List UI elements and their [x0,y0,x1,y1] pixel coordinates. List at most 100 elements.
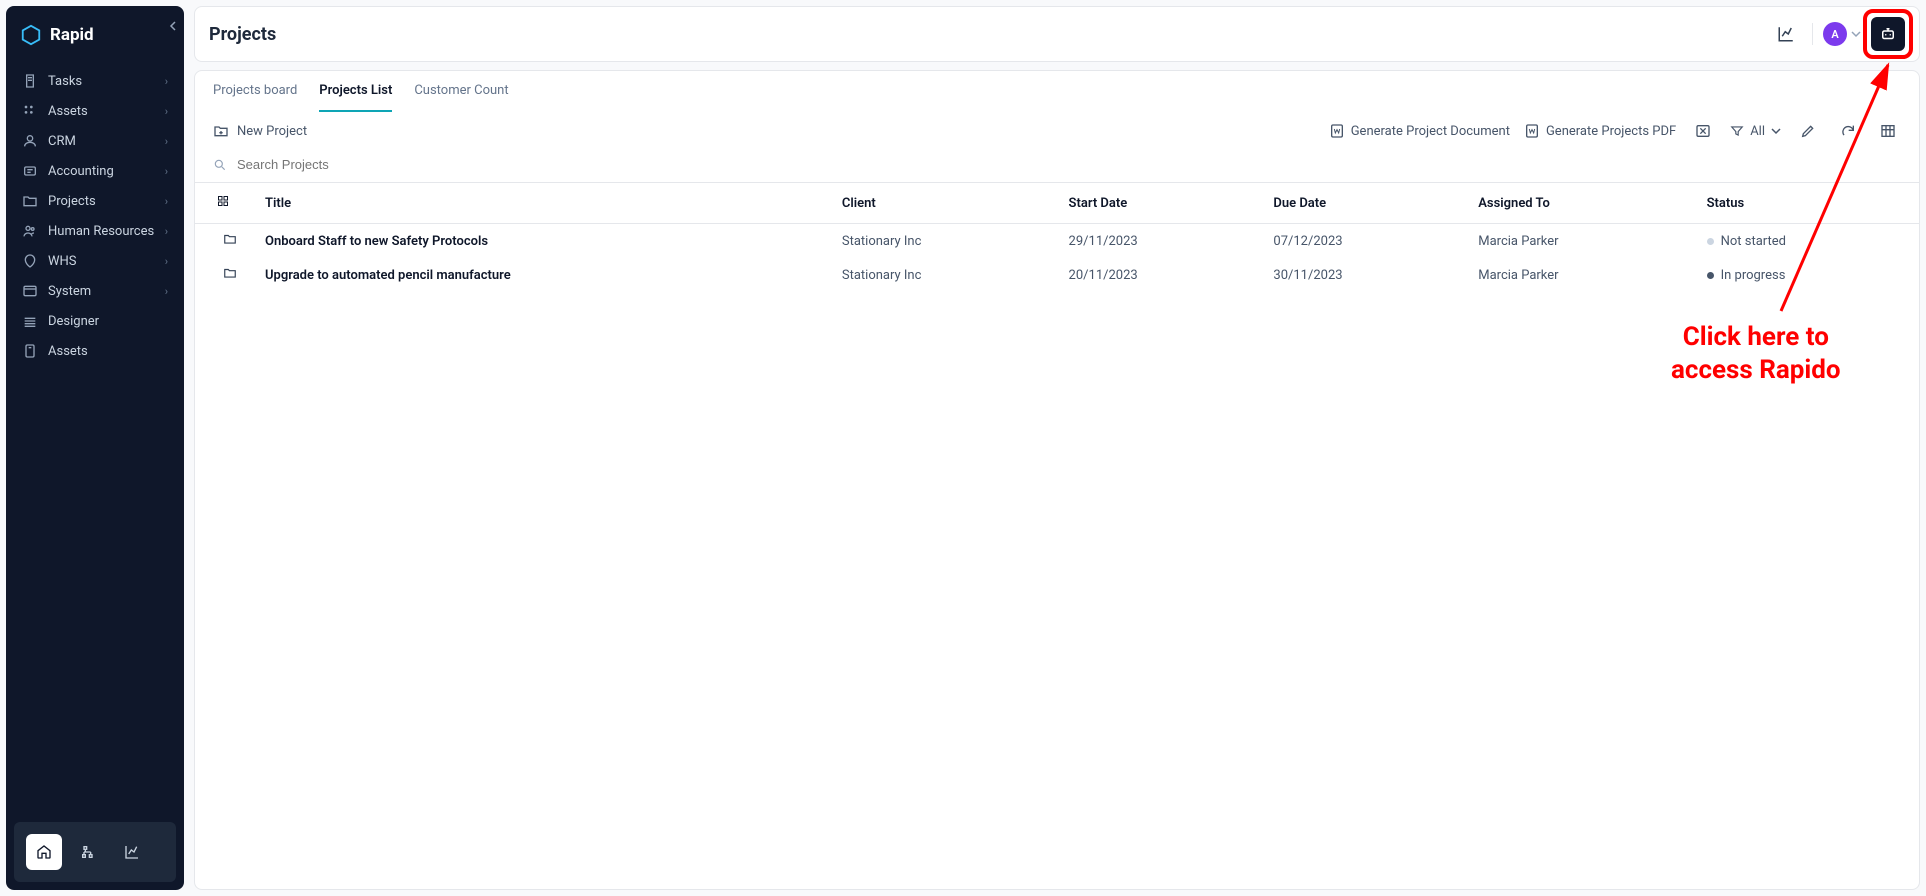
cell-assigned: Marcia Parker [1464,258,1692,292]
content-panel: Projects board Projects List Customer Coun… [194,70,1920,890]
nav-icon [22,283,38,299]
nav-icon [22,193,38,209]
grid-toggle-header[interactable] [195,183,251,224]
nav-label: CRM [48,134,76,149]
footer-tree-button[interactable] [70,834,106,870]
sidebar-item-designer[interactable]: Designer [12,306,178,336]
home-icon [36,844,52,860]
nav-label: Assets [48,344,88,359]
chevron-right-icon: › [165,75,168,88]
col-status[interactable]: Status [1693,183,1919,224]
nav-label: System [48,284,91,299]
bot-icon [1879,25,1897,43]
export-excel-button[interactable] [1690,123,1716,139]
table-row[interactable]: Upgrade to automated pencil manufactureS… [195,258,1919,292]
chevron-right-icon: › [165,225,168,238]
nav-icon [22,73,38,89]
word-doc-icon [1329,123,1345,139]
cell-status: Not started [1693,224,1919,259]
topbar-graph-button[interactable] [1770,18,1802,50]
topbar: Projects A [194,6,1920,62]
sidebar-item-assets[interactable]: Assets [12,336,178,366]
sidebar-item-system[interactable]: System› [12,276,178,306]
row-icon [195,258,251,292]
avatar: A [1823,22,1847,46]
sidebar-item-human-resources[interactable]: Human Resources › [12,216,178,246]
cell-title: Onboard Staff to new Safety Protocols [251,224,828,259]
refresh-button[interactable] [1835,123,1861,139]
col-title[interactable]: Title [251,183,828,224]
graph-icon [1777,25,1795,43]
actionbar: New Project Generate Project Document Ge… [195,113,1919,149]
sidebar-item-tasks[interactable]: Tasks› [12,66,178,96]
new-project-button[interactable]: New Project [213,123,307,139]
projects-table: Title Client Start Date Due Date Assigne… [195,183,1919,292]
nav-icon [22,223,38,239]
edit-button[interactable] [1795,123,1821,139]
refresh-icon [1840,123,1856,139]
search-icon [213,158,227,172]
columns-button[interactable] [1875,123,1901,139]
chevron-right-icon: › [165,105,168,118]
tab-customer-count[interactable]: Customer Count [414,71,508,112]
col-start[interactable]: Start Date [1055,183,1260,224]
filter-button[interactable]: All [1730,124,1781,139]
columns-icon [1880,123,1896,139]
sidebar-item-whs[interactable]: WHS› [12,246,178,276]
cell-title: Upgrade to automated pencil manufacture [251,258,828,292]
cell-start: 20/11/2023 [1055,258,1260,292]
sidebar-item-assets[interactable]: Assets › [12,96,178,126]
nav-label: Human Resources [48,224,154,239]
filter-label: All [1750,124,1765,139]
cell-due: 30/11/2023 [1259,258,1464,292]
footer-graph-button[interactable] [114,834,150,870]
col-due[interactable]: Due Date [1259,183,1464,224]
col-client[interactable]: Client [828,183,1055,224]
sidebar-item-crm[interactable]: CRM› [12,126,178,156]
nav-label: Projects [48,194,96,209]
nav-icon [22,343,38,359]
search-input[interactable] [237,157,1901,172]
sidebar-collapse-icon[interactable] [168,20,178,35]
generate-doc-button[interactable]: Generate Project Document [1329,123,1510,139]
sidebar-footer [14,822,176,882]
footer-home-button[interactable] [26,834,62,870]
tab-projects-board[interactable]: Projects board [213,71,297,112]
user-menu[interactable]: A [1823,22,1861,46]
chevron-right-icon: › [165,165,168,178]
table-row[interactable]: Onboard Staff to new Safety ProtocolsSta… [195,224,1919,259]
brand-logo[interactable]: Rapid [6,6,184,66]
folder-plus-icon [213,123,229,139]
pencil-icon [1800,123,1816,139]
nav-icon [22,103,38,119]
generate-pdf-label: Generate Projects PDF [1546,124,1676,139]
generate-pdf-button[interactable]: Generate Projects PDF [1524,123,1676,139]
cell-client: Stationary Inc [828,258,1055,292]
graph-icon [124,844,140,860]
sidebar-nav: Tasks›Assets›CRM›Accounting›Projects›Hum… [6,66,184,822]
sidebar-item-accounting[interactable]: Accounting › [12,156,178,186]
searchbar [195,149,1919,183]
chevron-down-icon [1851,29,1861,39]
rapido-button[interactable] [1871,17,1905,51]
tab-projects-list[interactable]: Projects List [319,71,392,112]
nav-label: Accounting [48,164,114,179]
nav-label: WHS [48,254,77,269]
cell-start: 29/11/2023 [1055,224,1260,259]
nav-label: Assets [48,104,88,119]
excel-icon [1695,123,1711,139]
nav-icon [22,313,38,329]
row-icon [195,224,251,259]
col-assigned[interactable]: Assigned To [1464,183,1692,224]
chevron-right-icon: › [165,195,168,208]
sidebar-item-projects[interactable]: Projects › [12,186,178,216]
new-project-label: New Project [237,124,307,139]
generate-doc-label: Generate Project Document [1351,124,1510,139]
cell-status: In progress [1693,258,1919,292]
tabs: Projects board Projects List Customer Coun… [195,71,1919,113]
rapid-logo-icon [20,24,42,46]
page-title: Projects [209,24,276,45]
projects-table-wrapper: Title Client Start Date Due Date Assigne… [195,183,1919,292]
cell-assigned: Marcia Parker [1464,224,1692,259]
cell-due: 07/12/2023 [1259,224,1464,259]
